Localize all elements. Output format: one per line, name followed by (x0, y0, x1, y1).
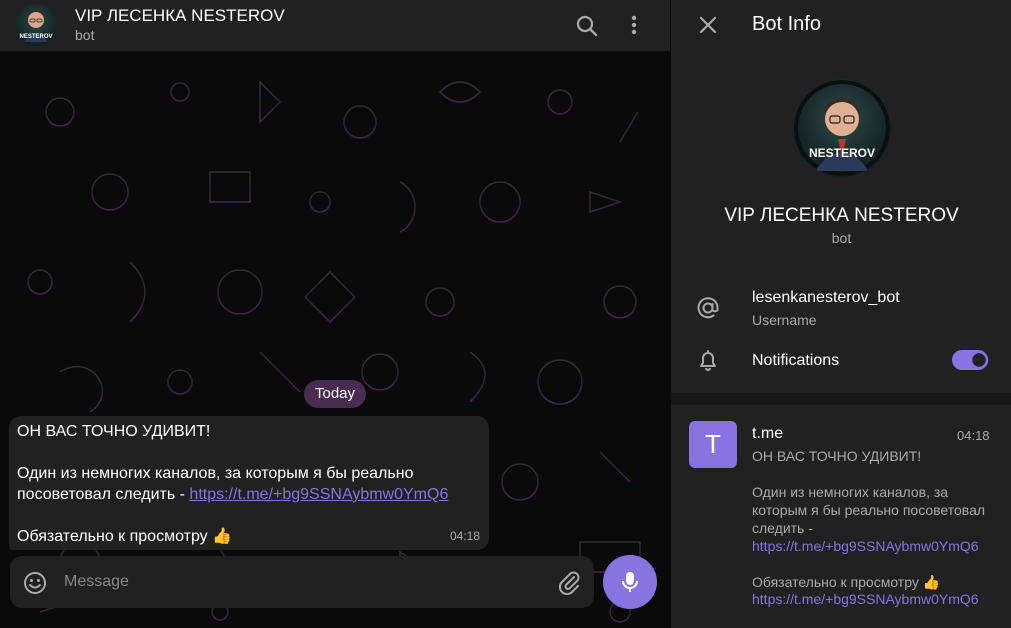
bot-subtitle: bot (831, 230, 852, 246)
profile-avatar-label: NESTEROV (809, 146, 875, 160)
message-line: Обязательно к просмотру 👍 (17, 528, 233, 545)
message-line: посоветовал следить - https://t.me/+bg9S… (17, 484, 481, 505)
telegram-app: NESTEROV VIP ЛЕСЕНКА NESTEROV bot Today (0, 0, 1011, 628)
chat-area: NESTEROV VIP ЛЕСЕНКА NESTEROV bot Today (0, 0, 670, 628)
emoji-button[interactable] (22, 570, 48, 596)
message-input[interactable] (64, 570, 534, 594)
smiley-icon (24, 572, 46, 594)
message-composer (10, 556, 594, 608)
search-button[interactable] (572, 11, 602, 41)
message-line: ОН ВАС ТОЧНО УДИВИТ! (17, 423, 211, 440)
chat-header[interactable]: NESTEROV VIP ЛЕСЕНКА NESTEROV bot (0, 0, 670, 52)
attach-button[interactable] (556, 569, 582, 596)
voice-record-button[interactable] (603, 555, 657, 609)
shared-link-url[interactable]: https://t.me/+bg9SSNAybmw0YmQ6 (752, 591, 979, 607)
chat-subtitle: bot (75, 27, 95, 43)
avatar-label: NESTEROV (19, 34, 52, 40)
notifications-label: Notifications (752, 352, 840, 369)
at-sign-icon (695, 295, 721, 321)
shared-link-description: ОН ВАС ТОЧНО УДИВИТ! Один из немногих ка… (752, 447, 997, 591)
avatar[interactable]: NESTEROV (15, 4, 57, 46)
panel-title: Bot Info (752, 13, 821, 35)
bot-name: VIP ЛЕСЕНКА NESTEROV (724, 205, 959, 226)
close-button[interactable] (694, 11, 722, 39)
message-text: посоветовал следить - (17, 486, 190, 503)
date-separator: Today (304, 380, 367, 408)
profile-illustration-icon: NESTEROV (794, 80, 890, 176)
toggle-knob-icon (969, 350, 989, 370)
shared-link-line: Обязательно к просмотру 👍 (752, 574, 941, 590)
shared-link-inline-url[interactable]: https://t.me/+bg9SSNAybmw0YmQ6 (752, 538, 979, 554)
more-button[interactable] (620, 11, 650, 41)
shared-link-line: ОН ВАС ТОЧНО УДИВИТ! (752, 448, 922, 464)
shared-link-thumbnail[interactable]: T (689, 421, 737, 468)
notifications-toggle[interactable] (952, 350, 989, 370)
shared-link-time: 04:18 (957, 428, 990, 443)
microphone-icon (622, 572, 638, 592)
avatar-illustration-icon: NESTEROV (19, 9, 53, 42)
search-icon (576, 15, 598, 37)
bot-info-panel: Bot Info NESTEROV VIP ЛЕСЕНКА NESTEROV b… (670, 0, 1011, 628)
message-link[interactable]: https://t.me/+bg9SSNAybmw0YmQ6 (189, 486, 448, 503)
paperclip-icon (558, 571, 580, 596)
close-icon (699, 16, 717, 34)
section-divider (671, 393, 1011, 405)
shared-link-title[interactable]: t.me (752, 425, 783, 443)
message-bubble[interactable]: ОН ВАС ТОЧНО УДИВИТ! Один из немногих ка… (9, 416, 489, 550)
message-line: Один из немногих каналов, за которым я б… (17, 465, 414, 482)
username-label: Username (752, 312, 817, 328)
username-value[interactable]: lesenkanesterov_bot (752, 289, 900, 307)
more-vertical-icon (631, 15, 637, 35)
chat-title[interactable]: VIP ЛЕСЕНКА NESTEROV (75, 6, 285, 26)
shared-link-line: Один из немногих каналов, за которым я б… (752, 484, 986, 536)
message-time: 04:18 (449, 529, 480, 543)
bell-icon (695, 347, 721, 373)
profile-avatar[interactable]: NESTEROV (793, 79, 891, 177)
